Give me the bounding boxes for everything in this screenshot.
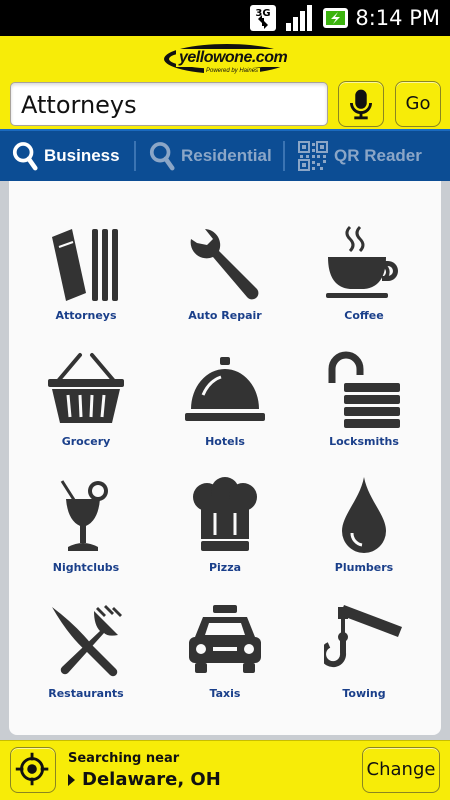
current-location[interactable]: Delaware, OH [68, 769, 221, 790]
category-locksmiths[interactable]: Locksmiths [294, 349, 434, 469]
category-coffee[interactable]: Coffee [294, 223, 434, 343]
locate-me-button[interactable] [10, 747, 56, 793]
search-type-tabs: Business Residential QR Reader [0, 129, 450, 181]
yellowone-logo: yellowone.com Powered by Haines [164, 42, 291, 76]
category-label: Auto Repair [188, 309, 262, 322]
tab-divider [283, 141, 285, 171]
logo-tagline: Powered by Haines [204, 68, 261, 74]
coffee-cup-icon [326, 225, 398, 298]
category-label: Hotels [205, 435, 245, 448]
category-label: Taxis [209, 687, 241, 700]
category-label: Restaurants [48, 687, 124, 700]
wrench-icon [190, 229, 259, 300]
qr-code-icon [298, 141, 328, 171]
category-label: Towing [342, 687, 386, 700]
3g-data-icon: 3G [250, 5, 276, 31]
cocktail-icon [60, 480, 108, 551]
category-restaurants[interactable]: Restaurants [16, 601, 156, 721]
tab-label: Business [44, 146, 120, 165]
battery-charging-icon [323, 8, 348, 28]
tab-business[interactable]: Business [12, 131, 120, 181]
category-towing[interactable]: Towing [294, 601, 434, 721]
search-icon [12, 142, 38, 171]
category-auto-repair[interactable]: Auto Repair [155, 223, 295, 343]
svg-text:3G: 3G [255, 8, 270, 19]
tow-hook-icon [324, 605, 402, 668]
go-button[interactable]: Go [395, 81, 441, 127]
tab-qr-reader[interactable]: QR Reader [298, 131, 422, 181]
tab-label: Residential [181, 146, 272, 165]
category-attorneys[interactable]: Attorneys [16, 223, 156, 343]
taxi-icon [189, 605, 261, 673]
location-text: Delaware, OH [82, 769, 221, 790]
knife-fork-icon [52, 605, 122, 677]
change-location-button[interactable]: Change [362, 747, 440, 793]
category-hotels[interactable]: Hotels [155, 349, 295, 469]
crosshair-icon [15, 752, 49, 786]
location-footer: Searching near Delaware, OH Change [0, 740, 450, 800]
category-nightclubs[interactable]: Nightclubs [16, 475, 156, 595]
tab-residential[interactable]: Residential [149, 131, 272, 181]
voice-search-button[interactable] [338, 81, 384, 127]
status-bar: 3G 8:14 PM [0, 0, 450, 36]
tab-label: QR Reader [334, 146, 422, 165]
water-drop-icon [342, 477, 386, 553]
service-bell-icon [185, 357, 265, 421]
microphone-icon [350, 89, 372, 120]
category-label: Plumbers [334, 561, 394, 574]
category-label: Locksmiths [329, 435, 399, 448]
category-label: Grocery [61, 435, 111, 448]
category-pizza[interactable]: Pizza [155, 475, 295, 595]
signal-strength-icon [286, 5, 312, 31]
chef-hat-icon [193, 477, 257, 551]
category-label: Coffee [344, 309, 384, 322]
category-grocery[interactable]: Grocery [16, 349, 156, 469]
category-label: Pizza [208, 561, 242, 574]
tab-divider [134, 141, 136, 171]
category-label: Attorneys [55, 309, 117, 322]
padlock-icon [328, 351, 400, 428]
basket-icon [48, 353, 124, 423]
books-icon [52, 229, 118, 301]
clock: 8:14 PM [355, 6, 440, 30]
logo-text: yellowone.com [176, 49, 291, 67]
search-icon [149, 142, 175, 171]
app-header: yellowone.com Powered by Haines Attorney… [0, 36, 450, 129]
searching-near-label: Searching near [68, 751, 180, 766]
category-taxis[interactable]: Taxis [155, 601, 295, 721]
category-label: Nightclubs [52, 561, 120, 574]
search-input[interactable]: Attorneys [10, 82, 328, 126]
category-grid: Attorneys Auto Repair Coffee Grocery Hot… [9, 181, 441, 735]
expand-arrow-icon [68, 773, 75, 786]
category-plumbers[interactable]: Plumbers [294, 475, 434, 595]
